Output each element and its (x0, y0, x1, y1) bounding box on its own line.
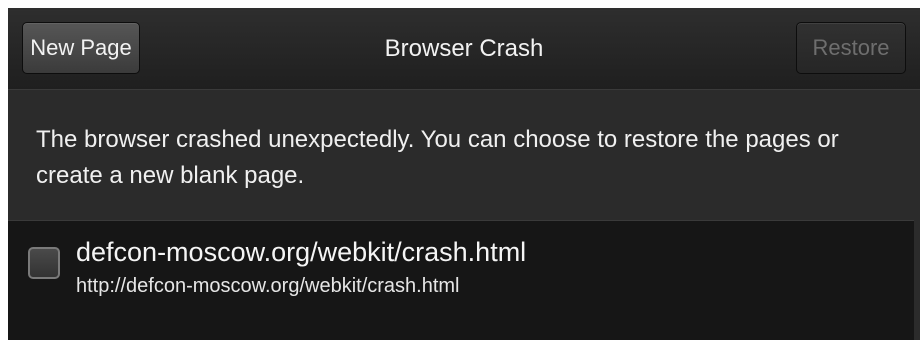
page-title: Browser Crash (384, 35, 544, 62)
title-bar: New Page Browser Crash Restore (8, 8, 920, 90)
page-list: defcon-moscow.org/webkit/crash.html http… (8, 220, 914, 340)
page-item-url: http://defcon-moscow.org/webkit/crash.ht… (76, 275, 460, 297)
page-item-title: defcon-moscow.org/webkit/crash.html (76, 237, 527, 267)
browser-crash-screen: New Page Browser Crash Restore The brows… (8, 8, 920, 340)
crash-message: The browser crashed unexpectedly. You ca… (36, 126, 839, 189)
restore-button[interactable]: Restore (796, 22, 906, 74)
page-checkbox[interactable] (28, 247, 60, 279)
new-page-button[interactable]: New Page (22, 22, 140, 74)
list-item[interactable]: defcon-moscow.org/webkit/crash.html http… (8, 221, 914, 313)
